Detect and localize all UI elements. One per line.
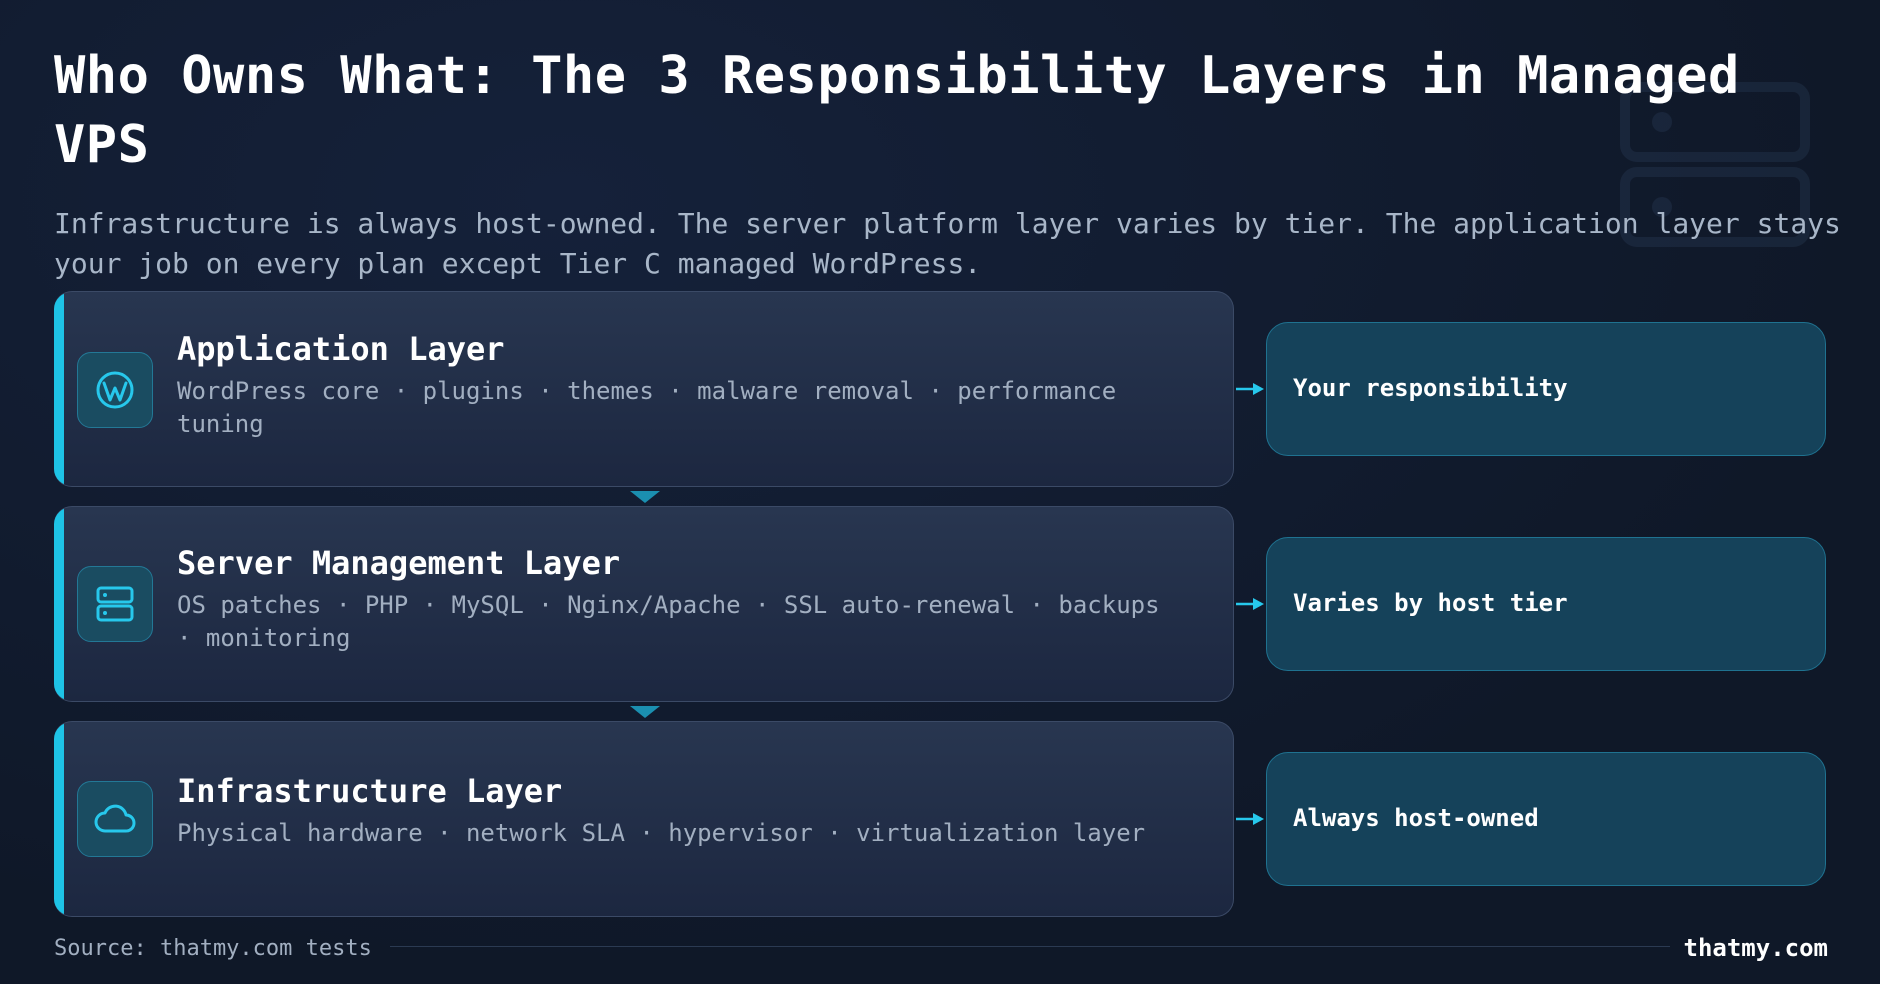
server-icon xyxy=(77,566,153,642)
page-subtitle: Infrastructure is always host-owned. The… xyxy=(54,207,1841,280)
brand-logo-text: thatmy.com xyxy=(1683,934,1829,962)
owner-pill-application: Your responsibility xyxy=(1266,322,1826,456)
layer-connector-arrow xyxy=(630,706,660,718)
layer-description: WordPress core · plugins · themes · malw… xyxy=(177,377,1117,438)
owner-label: Your responsibility xyxy=(1293,374,1568,402)
layer-accent-bar xyxy=(54,292,64,486)
page-title: Who Owns What: The 3 Responsibility Laye… xyxy=(54,46,1740,175)
cloud-icon xyxy=(77,781,153,857)
owner-label: Varies by host tier xyxy=(1293,589,1568,617)
layer-title: Application Layer xyxy=(177,330,505,368)
layer-description: Physical hardware · network SLA · hyperv… xyxy=(177,819,1146,847)
server-management-layer-card: Server Management Layer OS patches · PHP… xyxy=(54,506,1234,702)
source-note: Source: thatmy.com tests xyxy=(54,936,372,961)
owner-pill-server-management: Varies by host tier xyxy=(1266,537,1826,671)
layer-description: OS patches · PHP · MySQL · Nginx/Apache … xyxy=(177,591,1160,652)
wordpress-icon xyxy=(77,352,153,428)
owner-pill-infrastructure: Always host-owned xyxy=(1266,752,1826,886)
arrow-right-icon xyxy=(1236,383,1264,395)
footer-divider xyxy=(390,946,1670,947)
infrastructure-layer-card: Infrastructure Layer Physical hardware ·… xyxy=(54,721,1234,917)
owner-label: Always host-owned xyxy=(1293,804,1539,832)
layer-accent-bar xyxy=(54,722,64,916)
application-layer-card: Application Layer WordPress core · plugi… xyxy=(54,291,1234,487)
layer-title: Infrastructure Layer xyxy=(177,772,563,810)
arrow-right-icon xyxy=(1236,598,1264,610)
layer-connector-arrow xyxy=(630,491,660,503)
arrow-right-icon xyxy=(1236,813,1264,825)
layer-title: Server Management Layer xyxy=(177,544,621,582)
layer-accent-bar xyxy=(54,507,64,701)
